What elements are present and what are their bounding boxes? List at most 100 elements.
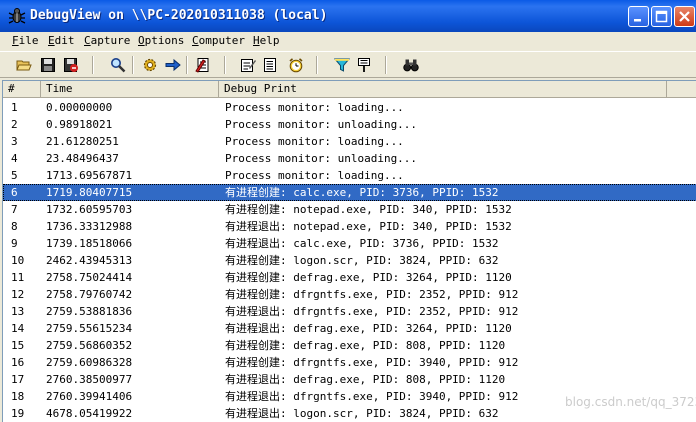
table-row[interactable]: 10 2462.43945313 有进程创建: logon.scr, PID: 38… bbox=[3, 252, 696, 269]
toolbar bbox=[0, 51, 696, 78]
table-row[interactable]: 16 2759.60986328 有进程创建: dfrgntfs.exe, PID:… bbox=[3, 354, 696, 371]
row-debug-print: Process monitor: unloading... bbox=[225, 152, 418, 165]
row-time: 1739.18518066 bbox=[46, 237, 133, 250]
maximize-icon bbox=[655, 10, 668, 23]
clock-time-button[interactable] bbox=[286, 55, 306, 75]
row-number: 18 bbox=[11, 390, 25, 403]
open-button[interactable] bbox=[14, 55, 34, 75]
row-number: 2 bbox=[11, 118, 18, 131]
row-debug-print: 有进程创建: dfrgntfs.exe, PID: 2352, PPID: 91… bbox=[225, 288, 519, 301]
table-row[interactable]: 17 2760.38500977 有进程退出: defrag.exe, PID: 8… bbox=[3, 371, 696, 388]
row-number: 17 bbox=[11, 373, 25, 386]
minimize-icon bbox=[634, 19, 641, 22]
history-depth-button[interactable] bbox=[260, 55, 280, 75]
table-row[interactable]: 6 1719.80407715 有进程创建: calc.exe, PID: 3736… bbox=[3, 184, 696, 201]
highlight-pin-icon bbox=[358, 58, 370, 72]
row-number: 14 bbox=[11, 322, 25, 335]
capture-kernel-button[interactable] bbox=[140, 55, 160, 75]
column-header-debug-print[interactable]: Debug Print bbox=[219, 81, 667, 97]
filter-funnel-icon bbox=[334, 58, 350, 72]
row-debug-print: 有进程创建: defrag.exe, PID: 808, PPID: 1120 bbox=[225, 339, 506, 352]
row-debug-print: 有进程退出: defrag.exe, PID: 3264, PPID: 1120 bbox=[225, 322, 512, 335]
menu-bar: File Edit Capture Options Computer Help bbox=[0, 32, 696, 51]
row-time: 2759.60986328 bbox=[46, 356, 133, 369]
menu-file[interactable]: File bbox=[12, 34, 39, 47]
row-time: 2758.75024414 bbox=[46, 271, 133, 284]
row-number: 16 bbox=[11, 356, 25, 369]
table-row[interactable]: 7 1732.60595703 有进程创建: notepad.exe, PID: 3… bbox=[3, 201, 696, 218]
row-time: 1713.69567871 bbox=[46, 169, 133, 182]
gear-capture-icon bbox=[143, 58, 157, 72]
row-debug-print: 有进程退出: notepad.exe, PID: 340, PPID: 1532 bbox=[225, 220, 512, 233]
title-bar[interactable]: DebugView on \\PC-202010311038 (local) bbox=[0, 0, 696, 32]
row-time: 2758.79760742 bbox=[46, 288, 133, 301]
save-button[interactable] bbox=[38, 55, 58, 75]
column-header-time[interactable]: Time bbox=[41, 81, 219, 97]
maximize-button[interactable] bbox=[651, 6, 672, 27]
clear-display-icon bbox=[195, 58, 209, 73]
table-row[interactable]: 9 1739.18518066 有进程退出: calc.exe, PID: 3736… bbox=[3, 235, 696, 252]
binoculars-icon bbox=[403, 59, 419, 72]
table-row[interactable]: 5 1713.69567871 Process monitor: loading..… bbox=[3, 167, 696, 184]
row-debug-print: 有进程退出: defrag.exe, PID: 808, PPID: 1120 bbox=[225, 373, 506, 386]
window-title: DebugView on \\PC-202010311038 (local) bbox=[30, 8, 328, 23]
find-next-button[interactable] bbox=[401, 55, 421, 75]
row-debug-print: 有进程退出: logon.scr, PID: 3824, PPID: 632 bbox=[225, 407, 499, 420]
minimize-button[interactable] bbox=[628, 6, 649, 27]
toolbar-separator bbox=[132, 56, 134, 74]
row-number: 4 bbox=[11, 152, 18, 165]
clear-display-button[interactable] bbox=[193, 55, 213, 75]
save-disk-icon bbox=[41, 58, 55, 72]
debugview-window: DebugView on \\PC-202010311038 (local) F… bbox=[0, 0, 696, 422]
row-number: 6 bbox=[11, 186, 18, 199]
table-row[interactable]: 15 2759.56860352 有进程创建: defrag.exe, PID: 8… bbox=[3, 337, 696, 354]
row-number: 19 bbox=[11, 407, 25, 420]
toolbar-separator bbox=[186, 56, 188, 74]
toolbar-separator bbox=[224, 56, 226, 74]
row-debug-print: 有进程创建: logon.scr, PID: 3824, PPID: 632 bbox=[225, 254, 499, 267]
menu-capture[interactable]: Capture bbox=[84, 34, 130, 47]
filter-button[interactable] bbox=[332, 55, 352, 75]
row-time: 2462.43945313 bbox=[46, 254, 133, 267]
debug-output-list[interactable]: # Time Debug Print 1 0.00000000 Process mo… bbox=[2, 80, 696, 422]
column-header-number[interactable]: # bbox=[3, 81, 41, 97]
row-number: 5 bbox=[11, 169, 18, 182]
row-number: 12 bbox=[11, 288, 25, 301]
table-row[interactable]: 8 1736.33312988 有进程退出: notepad.exe, PID: 3… bbox=[3, 218, 696, 235]
log-to-file-button[interactable] bbox=[61, 55, 81, 75]
row-debug-print: Process monitor: loading... bbox=[225, 169, 404, 182]
row-debug-print: 有进程退出: dfrgntfs.exe, PID: 3940, PPID: 91… bbox=[225, 390, 519, 403]
find-button[interactable] bbox=[108, 55, 128, 75]
row-time: 2760.38500977 bbox=[46, 373, 133, 386]
table-row[interactable]: 1 0.00000000 Process monitor: loading... bbox=[3, 99, 696, 116]
row-number: 10 bbox=[11, 254, 25, 267]
table-row[interactable]: 4 23.48496437 Process monitor: unloading..… bbox=[3, 150, 696, 167]
table-row[interactable]: 14 2759.55615234 有进程退出: defrag.exe, PID: 3… bbox=[3, 320, 696, 337]
table-row[interactable]: 3 21.61280251 Process monitor: loading... bbox=[3, 133, 696, 150]
menu-computer[interactable]: Computer bbox=[192, 34, 245, 47]
arrow-right-icon bbox=[165, 58, 181, 72]
row-number: 7 bbox=[11, 203, 18, 216]
row-debug-print: Process monitor: loading... bbox=[225, 101, 404, 114]
row-debug-print: 有进程创建: notepad.exe, PID: 340, PPID: 1532 bbox=[225, 203, 512, 216]
table-row[interactable]: 11 2758.75024414 有进程创建: defrag.exe, PID: 3… bbox=[3, 269, 696, 286]
menu-help[interactable]: Help bbox=[253, 34, 280, 47]
row-debug-print: 有进程退出: calc.exe, PID: 3736, PPID: 1532 bbox=[225, 237, 499, 250]
row-time: 0.98918021 bbox=[46, 118, 113, 131]
row-number: 9 bbox=[11, 237, 18, 250]
row-time: 4678.05419922 bbox=[46, 407, 133, 420]
highlight-button[interactable] bbox=[354, 55, 374, 75]
toolbar-separator bbox=[316, 56, 318, 74]
table-row[interactable]: 13 2759.53881836 有进程退出: dfrgntfs.exe, PID:… bbox=[3, 303, 696, 320]
menu-options[interactable]: Options bbox=[138, 34, 184, 47]
row-time: 2759.56860352 bbox=[46, 339, 133, 352]
alarm-clock-icon bbox=[289, 58, 303, 73]
row-debug-print: 有进程退出: dfrgntfs.exe, PID: 2352, PPID: 91… bbox=[225, 305, 519, 318]
menu-edit[interactable]: Edit bbox=[48, 34, 75, 47]
table-row[interactable]: 12 2758.79760742 有进程创建: dfrgntfs.exe, PID:… bbox=[3, 286, 696, 303]
filter-highlight-button[interactable] bbox=[238, 55, 258, 75]
autoscroll-button[interactable] bbox=[163, 55, 183, 75]
row-number: 11 bbox=[11, 271, 25, 284]
close-button[interactable] bbox=[674, 6, 695, 27]
table-row[interactable]: 2 0.98918021 Process monitor: unloading... bbox=[3, 116, 696, 133]
